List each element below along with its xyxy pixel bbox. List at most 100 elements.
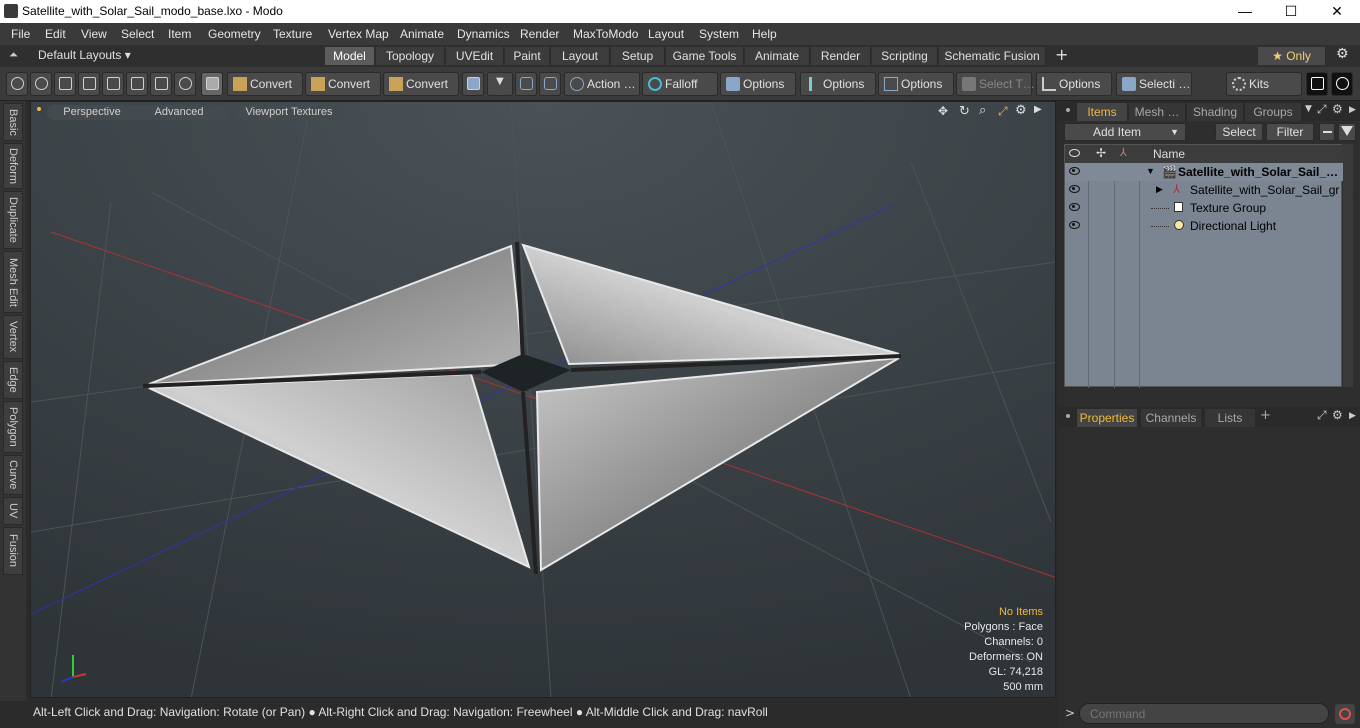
lock-column-icon[interactable]: ✢ — [1096, 146, 1106, 160]
viewport-textures-dropdown[interactable]: Viewport Textures — [237, 105, 341, 120]
gear-icon[interactable]: ⚙ — [1336, 46, 1349, 62]
shaded-cube-icon[interactable] — [462, 72, 484, 96]
add-tab-button[interactable]: + — [1055, 45, 1068, 64]
viewport-settings-icon[interactable]: ⚙ — [1015, 103, 1027, 118]
item-mode-icon[interactable] — [201, 72, 223, 96]
edge-select-icon[interactable] — [126, 72, 148, 96]
expand-arrow-icon[interactable]: ▼ — [1146, 166, 1155, 176]
viewport-menu-icon[interactable]: ▶ — [1034, 104, 1042, 115]
tab-items[interactable]: Items — [1077, 103, 1127, 121]
menu-layout[interactable]: Layout — [648, 27, 684, 41]
perspective-dropdown[interactable]: Perspective — [47, 105, 137, 120]
convert-button-1[interactable]: Convert — [227, 72, 303, 96]
panel-settings-icon[interactable]: ⚙ — [1332, 408, 1343, 422]
unreal-icon[interactable] — [1331, 72, 1353, 96]
sidetab-basic[interactable]: Basic — [3, 103, 23, 141]
kits-button[interactable]: Kits — [1226, 72, 1302, 96]
list-item[interactable]: Directional Light — [1065, 217, 1343, 235]
expand-panel-icon[interactable]: ⤢ — [1317, 102, 1327, 117]
menu-view[interactable]: View — [81, 27, 107, 41]
add-item-dropdown[interactable]: Add Item ▼ — [1064, 123, 1186, 141]
advanced-dropdown[interactable]: Advanced — [131, 105, 227, 120]
selection-sets-button[interactable]: Selecti … — [1116, 72, 1192, 96]
tab-paint[interactable]: Paint — [505, 47, 550, 65]
tab-render[interactable]: Render — [811, 47, 871, 65]
move-view-icon[interactable]: ✥ — [938, 104, 948, 118]
grid-select-icon[interactable] — [102, 72, 124, 96]
menu-help[interactable]: Help — [752, 27, 777, 41]
eye-icon[interactable] — [1069, 203, 1080, 211]
sidetab-uv[interactable]: UV — [3, 497, 23, 525]
sidetab-duplicate[interactable]: Duplicate — [3, 191, 23, 249]
tab-schematic-fusion[interactable]: Schematic Fusion — [939, 47, 1046, 65]
only-toggle[interactable]: ★ Only — [1258, 47, 1326, 65]
funnel-icon[interactable] — [1338, 123, 1356, 141]
eye-icon[interactable] — [1069, 185, 1080, 193]
menu-maxtomodo[interactable]: MaxToModo — [573, 27, 638, 41]
panel-menu-icon[interactable]: ▶ — [1349, 105, 1356, 115]
tab-topology[interactable]: Topology — [376, 47, 445, 65]
chevron-down-icon[interactable]: ▼ — [487, 72, 513, 96]
brush-icon[interactable] — [78, 72, 100, 96]
tab-uvedit[interactable]: UVEdit — [446, 47, 504, 65]
menu-item[interactable]: Item — [168, 27, 191, 41]
action-center-button[interactable]: Action … — [564, 72, 640, 96]
options-button-1[interactable]: Options — [720, 72, 796, 96]
menu-geometry[interactable]: Geometry — [208, 27, 261, 41]
viewport-dot-icon[interactable] — [37, 107, 41, 111]
panel-menu-icon[interactable]: ▶ — [1349, 411, 1356, 421]
filter-button[interactable]: Filter — [1266, 123, 1314, 141]
tab-setup[interactable]: Setup — [611, 47, 665, 65]
expand-arrow-icon[interactable]: ▶ — [1156, 184, 1163, 195]
options-button-3[interactable]: Options — [878, 72, 954, 96]
menu-texture[interactable]: Texture — [273, 27, 312, 41]
unity-icon[interactable] — [1306, 72, 1328, 96]
list-item[interactable]: ▼ 🎬 Satellite_with_Solar_Sail_… — [1065, 163, 1343, 181]
tab-mesh[interactable]: Mesh … — [1129, 103, 1185, 121]
3d-viewport[interactable]: Perspective Advanced Viewport Textures ✥… — [30, 101, 1056, 698]
zoom-view-icon[interactable]: ⌕ — [979, 103, 986, 118]
collapse-icon[interactable]: ⏶ — [9, 48, 18, 62]
sidetab-fusion[interactable]: Fusion — [3, 527, 23, 575]
tab-model[interactable]: Model — [325, 47, 375, 65]
shield-alt-icon[interactable] — [539, 72, 561, 96]
add-tab-button[interactable]: + — [1260, 408, 1271, 423]
options-button-4[interactable]: Options — [1036, 72, 1112, 96]
fit-view-icon[interactable]: ⤢ — [998, 104, 1008, 119]
sidetab-polygon[interactable]: Polygon — [3, 401, 23, 453]
sidetab-vertex[interactable]: Vertex — [3, 315, 23, 359]
falloff-button[interactable]: Falloff — [642, 72, 718, 96]
globe-icon[interactable] — [30, 72, 52, 96]
collapse-list-icon[interactable] — [1319, 123, 1335, 141]
panel-dot-icon[interactable] — [1066, 414, 1070, 418]
convert-button-2[interactable]: Convert — [305, 72, 381, 96]
expand-panel-icon[interactable]: ⤢ — [1317, 408, 1327, 423]
sidetab-edge[interactable]: Edge — [3, 361, 23, 399]
circle-select-icon[interactable] — [174, 72, 196, 96]
eye-icon[interactable] — [1069, 167, 1080, 175]
tab-animate[interactable]: Animate — [745, 47, 810, 65]
tabs-dropdown-icon[interactable]: ▼ — [1305, 104, 1312, 114]
sidetab-deform[interactable]: Deform — [3, 143, 23, 189]
rotate-view-icon[interactable]: ↻ — [959, 104, 970, 119]
item-list-scrollbar[interactable] — [1343, 144, 1353, 387]
tab-scripting[interactable]: Scripting — [872, 47, 938, 65]
sidetab-curve[interactable]: Curve — [3, 455, 23, 495]
menu-select[interactable]: Select — [121, 27, 154, 41]
select-button[interactable]: Select — [1215, 123, 1263, 141]
menu-render[interactable]: Render — [520, 27, 559, 41]
menu-file[interactable]: File — [11, 27, 30, 41]
list-item[interactable]: ▶ ⅄ Satellite_with_Solar_Sail_gr … — [1065, 181, 1355, 199]
tab-lists[interactable]: Lists — [1205, 409, 1255, 427]
record-macro-icon[interactable] — [1335, 704, 1355, 724]
type-column-icon[interactable]: ⅄ — [1120, 146, 1127, 159]
list-item[interactable]: Texture Group — [1065, 199, 1343, 217]
eye-icon[interactable] — [1069, 221, 1080, 229]
tab-game-tools[interactable]: Game Tools — [666, 47, 744, 65]
visibility-column-icon[interactable] — [1069, 149, 1080, 157]
pen-icon[interactable] — [54, 72, 76, 96]
tab-shading[interactable]: Shading — [1187, 103, 1243, 121]
menu-vertex-map[interactable]: Vertex Map — [328, 27, 389, 41]
select-through-button[interactable]: Select T… — [956, 72, 1035, 96]
tab-channels[interactable]: Channels — [1141, 409, 1201, 427]
